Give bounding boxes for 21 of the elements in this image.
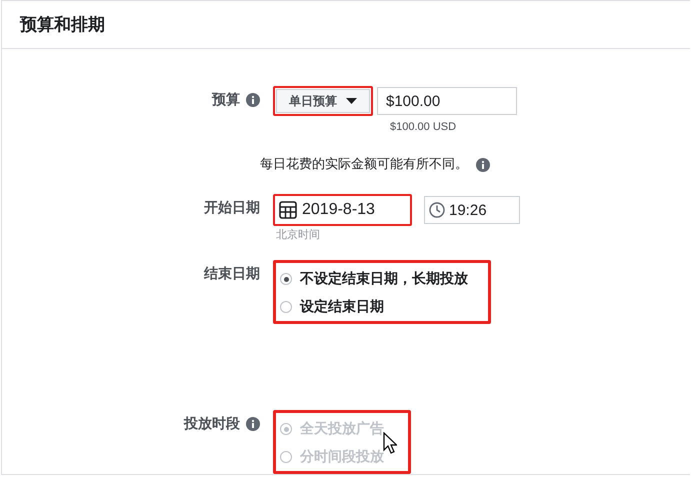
field-label: 结束日期 — [204, 265, 260, 283]
budget-note: 每日花费的实际金额可能有所不同。 — [260, 155, 468, 173]
timezone-label: 北京时间 — [276, 228, 321, 242]
time-field[interactable]: 19:26 — [424, 196, 520, 224]
info-icon[interactable] — [246, 417, 260, 431]
caret-icon — [346, 98, 357, 104]
clock-icon — [429, 202, 445, 218]
info-icon[interactable] — [246, 93, 260, 107]
field-label: 预算 — [212, 91, 240, 109]
radio-button[interactable] — [280, 301, 292, 313]
radio-option[interactable]: 不设定结束日期，长期投放 — [280, 265, 478, 293]
budget-type-dropdown[interactable]: 单日预算 — [276, 89, 370, 113]
field-label: 开始日期 — [204, 199, 260, 217]
radio-option[interactable]: 设定结束日期 — [280, 293, 478, 321]
info-icon[interactable] — [476, 158, 490, 172]
radio-button[interactable] — [280, 273, 292, 285]
section-title: 预算和排期 — [20, 14, 105, 36]
converted-amount: $100.00 USD — [390, 121, 458, 133]
field-label: 投放时段 — [184, 415, 240, 433]
calendar-icon — [279, 201, 297, 219]
amount-field[interactable]: $100.00 — [377, 87, 517, 115]
